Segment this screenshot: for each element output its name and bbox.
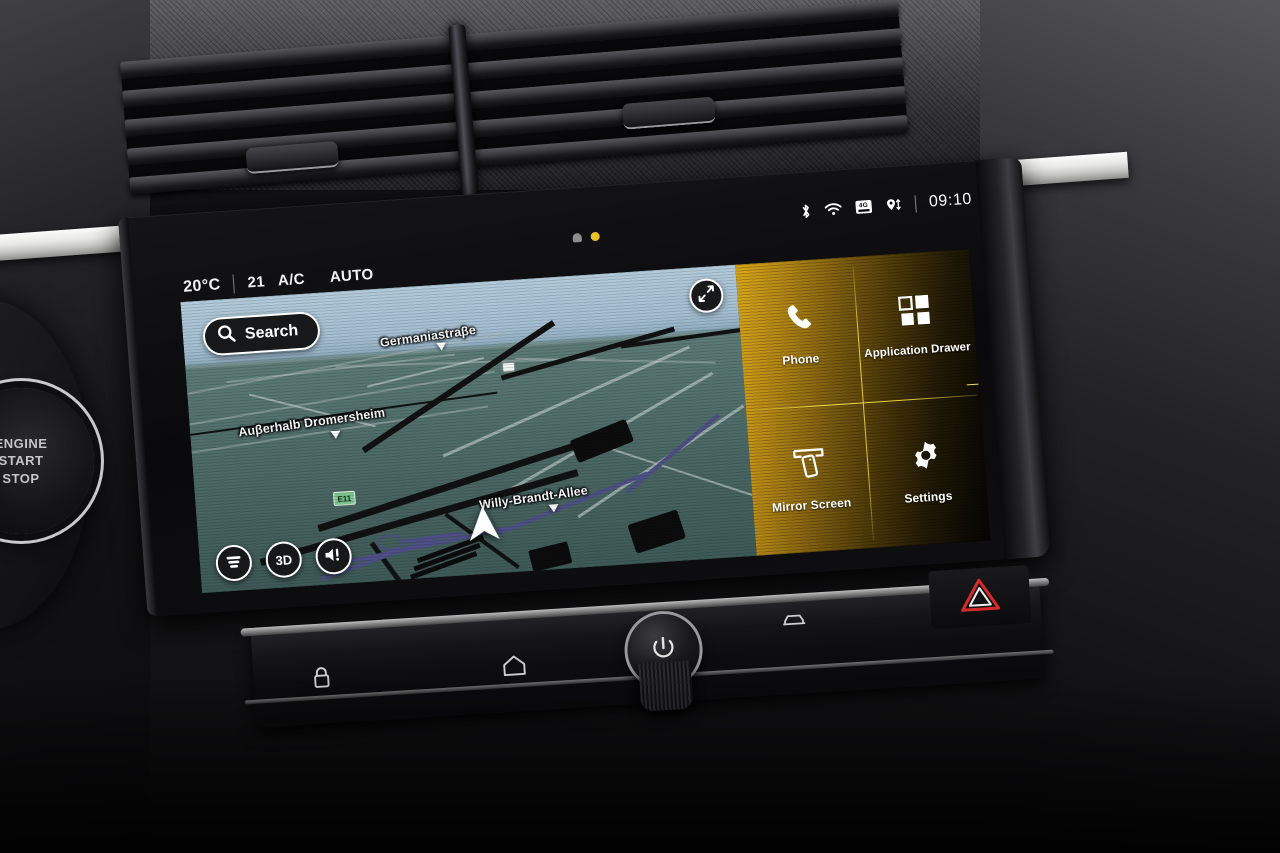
passenger-temperature[interactable]: 21 xyxy=(247,273,266,291)
phone-handset-icon xyxy=(781,300,816,339)
lower-shadow xyxy=(0,673,1280,853)
road-shield-e11: E11 xyxy=(332,490,356,507)
display-area: E11 Germaniastraβe Auβerhalb Dromersheim… xyxy=(180,248,991,594)
map-menu-button[interactable] xyxy=(214,543,254,583)
app-grid-icon xyxy=(897,294,932,331)
map-volume-button[interactable] xyxy=(314,537,353,576)
clock: 09:10 xyxy=(928,190,973,211)
start-label-line3: STOP xyxy=(2,470,40,486)
hazard-button[interactable] xyxy=(928,565,1032,630)
driver-temperature[interactable]: 20°C xyxy=(183,276,222,296)
tile-application-drawer[interactable]: Application Drawer xyxy=(852,249,980,402)
start-label-line2: START xyxy=(0,453,44,469)
car-button[interactable] xyxy=(780,611,807,631)
road-shield-white xyxy=(501,361,516,373)
svg-text:4G: 4G xyxy=(859,202,869,210)
ac-button[interactable]: A/C xyxy=(277,271,305,290)
active-page-dot xyxy=(590,231,601,242)
vehicle-position-arrow xyxy=(464,503,503,550)
mirror-screen-icon xyxy=(790,446,827,485)
auto-button[interactable]: AUTO xyxy=(329,266,374,286)
navigation-map[interactable]: E11 Germaniastraβe Auβerhalb Dromersheim… xyxy=(180,264,757,594)
search-button[interactable]: Search xyxy=(201,310,322,357)
tile-settings[interactable]: Settings xyxy=(863,395,991,548)
tile-phone[interactable]: Phone xyxy=(735,257,863,410)
search-label: Search xyxy=(244,322,299,343)
4g-icon: 4G xyxy=(855,199,873,214)
speaker-alert-icon xyxy=(323,546,344,567)
home-indicator-dot xyxy=(572,232,583,243)
tile-mirror-screen-label: Mirror Screen xyxy=(771,494,852,515)
infotainment-screen-housing: 4G 09:10 20°C 21 A/C AUTO E11 Germaniast… xyxy=(118,157,1051,617)
3d-view-icon: 3D xyxy=(274,551,293,568)
climate-divider xyxy=(232,274,236,294)
expand-map-button[interactable] xyxy=(688,277,725,314)
start-label-line1: ENGINE xyxy=(0,435,48,451)
location-icon xyxy=(885,197,903,213)
tile-application-drawer-label: Application Drawer xyxy=(863,340,972,360)
bluetooth-icon xyxy=(800,202,812,220)
expand-arrows-icon xyxy=(697,284,717,308)
hazard-triangle-icon xyxy=(958,575,1002,619)
status-separator xyxy=(914,194,917,212)
map-3d-button[interactable]: 3D xyxy=(264,540,304,579)
gear-icon xyxy=(908,438,943,477)
wifi-icon xyxy=(824,201,843,216)
dashboard-scene: ENGINE START STOP 4G xyxy=(0,0,1280,853)
home-menu-tiles: Phone Application Drawer Mirror Screen S… xyxy=(735,248,991,556)
page-indicator-dots xyxy=(572,231,601,243)
tile-settings-label: Settings xyxy=(903,488,953,506)
tile-phone-label: Phone xyxy=(781,350,820,368)
tile-mirror-screen[interactable]: Mirror Screen xyxy=(746,402,874,555)
status-bar: 4G 09:10 xyxy=(799,187,973,224)
search-icon xyxy=(216,323,237,348)
hamburger-menu-icon xyxy=(224,554,243,572)
